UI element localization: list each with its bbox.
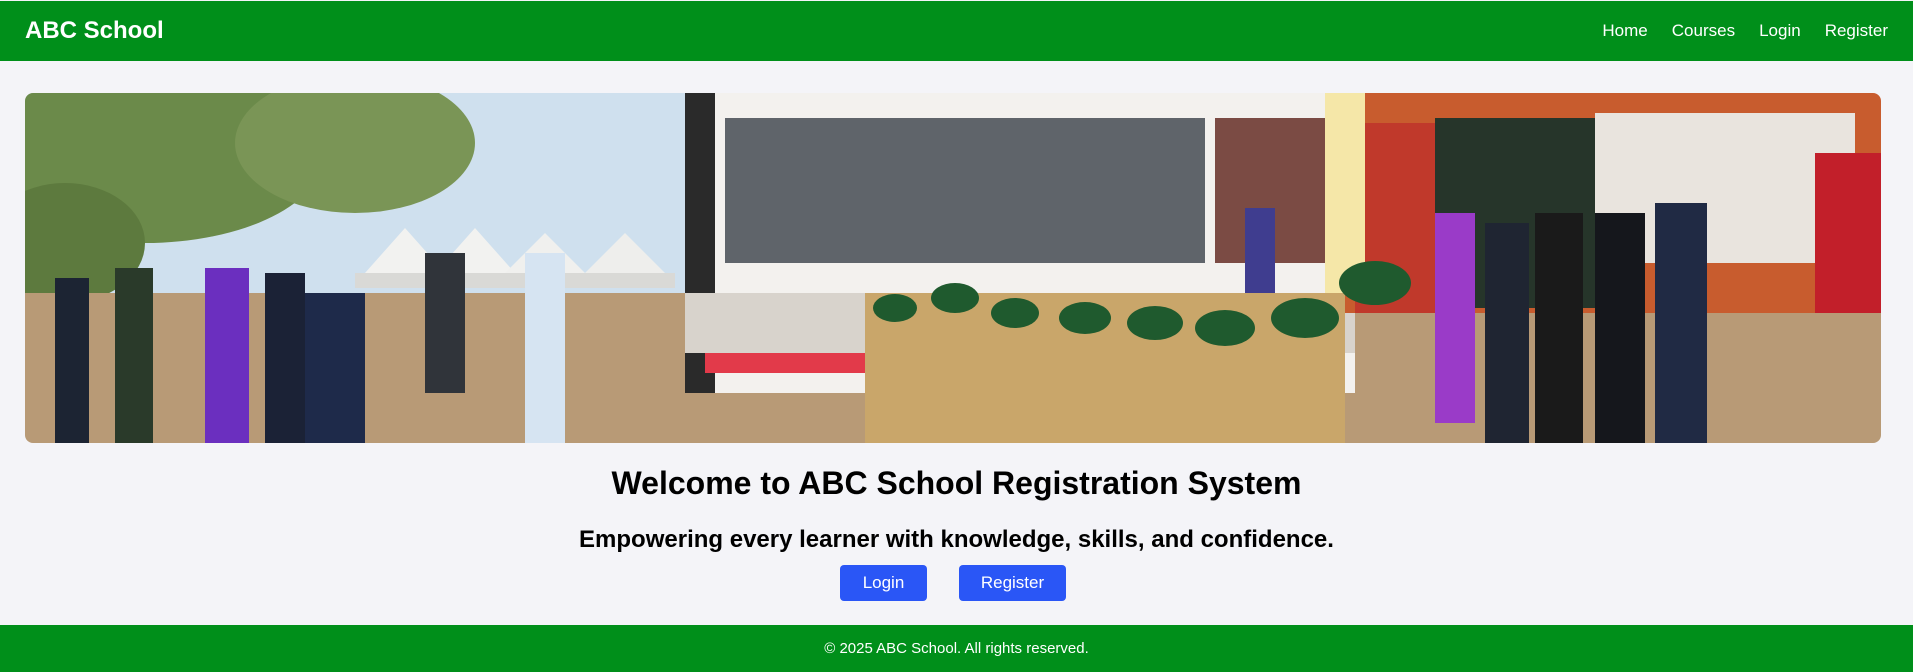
nav-link-register[interactable]: Register — [1825, 21, 1888, 41]
school-photo — [25, 93, 1881, 443]
footer: © 2025 ABC School. All rights reserved. — [0, 625, 1913, 672]
welcome-heading: Welcome to ABC School Registration Syste… — [611, 465, 1302, 501]
register-button[interactable]: Register — [959, 565, 1066, 601]
tagline: Empowering every learner with knowledge,… — [579, 526, 1334, 553]
nav-link-home[interactable]: Home — [1602, 21, 1647, 41]
copyright-text: © 2025 ABC School. All rights reserved. — [824, 640, 1089, 657]
nav-links: Home Courses Login Register — [1602, 21, 1888, 41]
top-navbar: ABC School Home Courses Login Register — [0, 1, 1913, 61]
brand-logo[interactable]: ABC School — [25, 17, 164, 45]
login-button[interactable]: Login — [840, 565, 927, 601]
nav-link-login[interactable]: Login — [1759, 21, 1801, 41]
nav-link-courses[interactable]: Courses — [1672, 21, 1735, 41]
hero-image — [25, 93, 1881, 443]
